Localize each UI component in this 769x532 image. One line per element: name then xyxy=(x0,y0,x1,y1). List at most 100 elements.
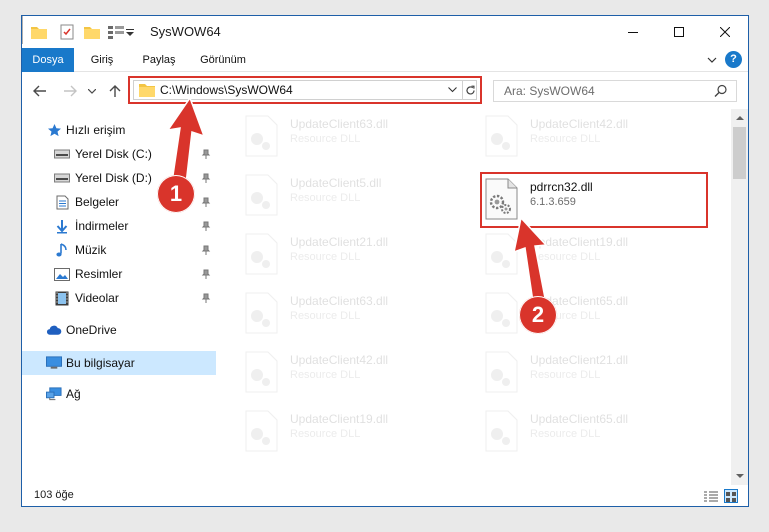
search-box[interactable] xyxy=(493,80,737,102)
file-tile[interactable]: UpdateClient19.dll Resource DLL xyxy=(238,404,468,456)
network-icon xyxy=(46,386,62,402)
file-tile[interactable]: UpdateClient19.dll Resource DLL xyxy=(478,227,708,279)
file-tile[interactable]: UpdateClient63.dll Resource DLL xyxy=(238,286,468,338)
scrollbar-thumb[interactable] xyxy=(733,127,746,179)
sidebar-item-local-disk-c[interactable]: Yerel Disk (C:) xyxy=(22,143,216,165)
window-title: SysWOW64 xyxy=(150,24,221,39)
music-icon xyxy=(54,242,70,258)
sidebar-item-this-pc[interactable]: Bu bilgisayar xyxy=(22,351,216,375)
pin-icon[interactable] xyxy=(200,268,212,280)
file-name: UpdateClient19.dll xyxy=(530,235,629,249)
sidebar-item-network[interactable]: Ağ xyxy=(22,383,216,405)
address-bar-highlight: C:\Windows\SysWOW64 xyxy=(128,76,482,104)
up-arrow-icon[interactable] xyxy=(106,82,124,100)
scroll-down-arrow-icon[interactable] xyxy=(731,468,748,485)
sidebar-item-label: Yerel Disk (C:) xyxy=(75,147,152,161)
dll-file-icon xyxy=(482,115,520,157)
file-tile[interactable]: UpdateClient63.dll Resource DLL xyxy=(238,109,468,161)
dll-file-icon xyxy=(242,233,280,275)
forward-arrow-icon[interactable] xyxy=(61,82,79,100)
item-count: 103 öğe xyxy=(34,489,74,501)
dll-file-icon xyxy=(242,410,280,452)
minimize-button[interactable] xyxy=(610,16,656,48)
address-path[interactable]: C:\Windows\SysWOW64 xyxy=(160,83,293,97)
help-icon[interactable]: ? xyxy=(725,51,742,68)
file-tile[interactable]: UpdateClient21.dll Resource DLL xyxy=(238,227,468,279)
address-bar[interactable]: C:\Windows\SysWOW64 xyxy=(133,80,477,100)
sidebar-item-onedrive[interactable]: OneDrive xyxy=(22,319,216,341)
dll-file-icon xyxy=(482,292,520,334)
file-description: Resource DLL xyxy=(530,251,601,263)
file-tile[interactable]: UpdateClient42.dll Resource DLL xyxy=(238,345,468,397)
sidebar-item-label: Yerel Disk (D:) xyxy=(75,171,152,185)
close-button[interactable] xyxy=(702,16,748,48)
dll-file-icon xyxy=(482,410,520,452)
drive-icon xyxy=(54,146,70,162)
sidebar-item-label: OneDrive xyxy=(66,323,117,337)
search-input[interactable] xyxy=(495,82,709,100)
expand-ribbon-chevron-icon[interactable] xyxy=(705,53,719,67)
screen: SysWOW64 Dosya Giriş Paylaş Görünüm ? C:… xyxy=(0,0,769,532)
sidebar-item-downloads[interactable]: İndirmeler xyxy=(22,215,216,237)
videos-icon xyxy=(54,290,70,306)
search-icon[interactable] xyxy=(714,84,728,98)
tab-file[interactable]: Dosya xyxy=(22,48,74,72)
pin-icon[interactable] xyxy=(200,292,212,304)
navigation-pane: Hızlı erişim Yerel Disk (C:) Yerel Disk … xyxy=(22,109,216,485)
file-description: Resource DLL xyxy=(290,428,361,440)
file-description: Resource DLL xyxy=(290,251,361,263)
file-highlight-box xyxy=(480,172,708,228)
file-name: UpdateClient19.dll xyxy=(290,412,389,426)
sidebar-item-music[interactable]: Müzik xyxy=(22,239,216,261)
pin-icon[interactable] xyxy=(200,148,212,160)
pin-icon[interactable] xyxy=(200,196,212,208)
maximize-button[interactable] xyxy=(656,16,702,48)
tiles-view-icon[interactable] xyxy=(724,489,738,503)
recent-locations-chevron-icon[interactable] xyxy=(87,82,97,100)
vertical-scrollbar[interactable] xyxy=(731,109,748,485)
file-name: UpdateClient42.dll xyxy=(290,353,389,367)
download-icon xyxy=(54,218,70,234)
view-options-icon[interactable] xyxy=(108,23,124,41)
pin-icon[interactable] xyxy=(200,172,212,184)
dll-file-icon xyxy=(482,351,520,393)
customize-toolbar-chevron-icon[interactable] xyxy=(126,23,134,41)
file-name: UpdateClient42.dll xyxy=(530,117,629,131)
file-list: UpdateClient63.dll Resource DLL UpdateCl… xyxy=(216,109,730,485)
file-description: Resource DLL xyxy=(530,133,601,145)
pin-icon[interactable] xyxy=(200,220,212,232)
sidebar-item-quick-access[interactable]: Hızlı erişim xyxy=(22,119,216,141)
back-arrow-icon[interactable] xyxy=(31,82,49,100)
tab-share[interactable]: Paylaş xyxy=(132,48,186,72)
step-2-badge: 2 xyxy=(519,296,557,334)
properties-icon[interactable] xyxy=(60,23,74,41)
dll-file-icon xyxy=(242,174,280,216)
file-description: Resource DLL xyxy=(290,133,361,145)
refresh-icon[interactable] xyxy=(462,81,478,99)
dll-file-icon xyxy=(242,351,280,393)
sidebar-item-pictures[interactable]: Resimler xyxy=(22,263,216,285)
pin-icon[interactable] xyxy=(200,244,212,256)
details-view-icon[interactable] xyxy=(704,490,718,502)
file-tile[interactable]: UpdateClient5.dll Resource DLL xyxy=(238,168,468,220)
file-tile[interactable]: UpdateClient42.dll Resource DLL xyxy=(478,109,708,161)
new-folder-icon[interactable] xyxy=(84,23,100,41)
sidebar-item-label: Resimler xyxy=(75,267,123,281)
sidebar-item-videos[interactable]: Videolar xyxy=(22,287,216,309)
file-tile[interactable]: UpdateClient65.dll Resource DLL xyxy=(478,404,708,456)
tab-view[interactable]: Görünüm xyxy=(192,48,254,72)
file-tile[interactable]: UpdateClient65.dll Resource DLL xyxy=(478,286,708,338)
sidebar-item-label: Belgeler xyxy=(75,195,120,209)
sidebar-item-label: Müzik xyxy=(75,243,107,257)
file-tile[interactable]: UpdateClient21.dll Resource DLL xyxy=(478,345,708,397)
cloud-icon xyxy=(46,322,62,338)
sidebar-item-label: Bu bilgisayar xyxy=(66,356,135,370)
dll-file-icon xyxy=(242,292,280,334)
file-name: UpdateClient5.dll xyxy=(290,176,382,190)
pictures-icon xyxy=(54,266,70,282)
address-dropdown-chevron-icon[interactable] xyxy=(448,84,458,96)
ribbon-tabs: Dosya Giriş Paylaş Görünüm ? xyxy=(22,48,748,72)
toolbar-separator xyxy=(22,16,23,30)
tab-home[interactable]: Giriş xyxy=(80,48,124,72)
scroll-up-arrow-icon[interactable] xyxy=(731,109,748,126)
